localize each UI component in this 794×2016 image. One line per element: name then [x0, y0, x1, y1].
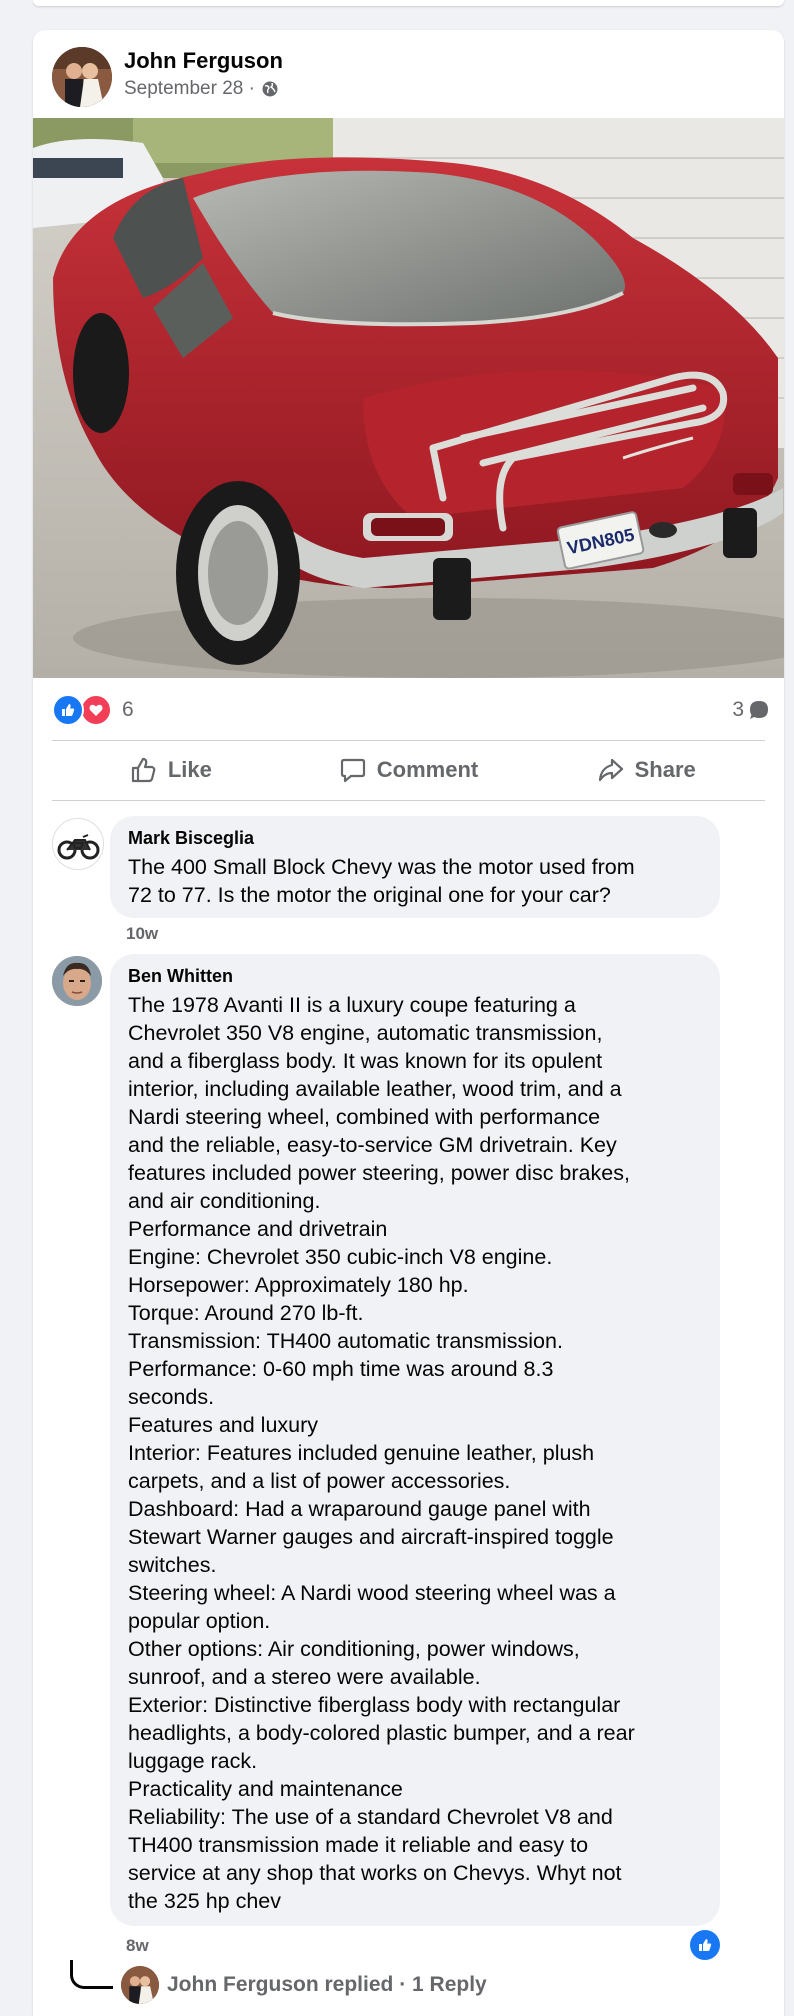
- comment-like-badge[interactable]: [690, 1930, 720, 1960]
- post-meta: September 28 ·: [124, 78, 279, 100]
- post-photo[interactable]: VDN805: [33, 118, 784, 678]
- like-icon: [699, 1939, 712, 1951]
- comment-count[interactable]: 3: [732, 695, 770, 725]
- like-label: Like: [167, 757, 212, 782]
- like-button[interactable]: Like: [52, 742, 290, 798]
- share-label: Share: [634, 757, 696, 782]
- thumbs-up-icon: [131, 757, 156, 783]
- comment-bubble: Mark Bisceglia The 400 Small Block Chevy…: [110, 816, 720, 918]
- reaction-summary[interactable]: 6: [52, 694, 134, 726]
- replies-link[interactable]: John Ferguson replied · 1 Reply: [70, 1959, 487, 2005]
- reaction-count: 6: [122, 698, 134, 721]
- comment-count-value: 3: [732, 698, 744, 721]
- share-icon: [598, 758, 623, 782]
- author-name[interactable]: John Ferguson: [124, 48, 283, 74]
- face-avatar-image: [52, 956, 102, 1006]
- motorcycle-avatar-image: [53, 819, 103, 869]
- share-button[interactable]: Share: [527, 742, 765, 798]
- comment-label: Comment: [376, 757, 479, 782]
- post-date[interactable]: September 28 ·: [124, 78, 255, 100]
- comment-time[interactable]: 8w: [126, 1936, 149, 1956]
- comment-button[interactable]: Comment: [290, 742, 528, 798]
- like-icon: [52, 694, 84, 726]
- divider-top: [52, 740, 765, 741]
- commenter-name[interactable]: Mark Bisceglia: [128, 828, 702, 849]
- comment-bubble: Ben Whitten The 1978 Avanti II is a luxu…: [110, 954, 720, 1926]
- reply-thread-line: [70, 1959, 113, 1989]
- comment-time[interactable]: 10w: [126, 924, 158, 944]
- author-avatar[interactable]: [52, 47, 112, 107]
- comment-bubble-icon: [750, 701, 768, 719]
- commenter-avatar[interactable]: [52, 818, 104, 870]
- author-avatar-image: [52, 47, 112, 107]
- car-photo-illustration: VDN805: [33, 118, 784, 678]
- previous-post-card: [33, 0, 784, 6]
- commenter-name[interactable]: Ben Whitten: [128, 966, 702, 987]
- commenter-avatar[interactable]: [52, 956, 102, 1006]
- love-icon: [80, 694, 112, 726]
- globe-icon[interactable]: [261, 80, 279, 98]
- action-bar: Like Comment Share: [52, 742, 765, 798]
- comment-icon: [340, 758, 365, 783]
- divider-bottom: [52, 800, 765, 801]
- comment-text: The 400 Small Block Chevy was the motor …: [128, 855, 635, 907]
- reply-author-avatar: [121, 1966, 159, 2004]
- reply-summary-text: John Ferguson replied · 1 Reply: [167, 1973, 487, 1996]
- reply-avatar-image: [121, 1966, 159, 2004]
- comment-text: The 1978 Avanti II is a luxury coupe fea…: [128, 993, 635, 1913]
